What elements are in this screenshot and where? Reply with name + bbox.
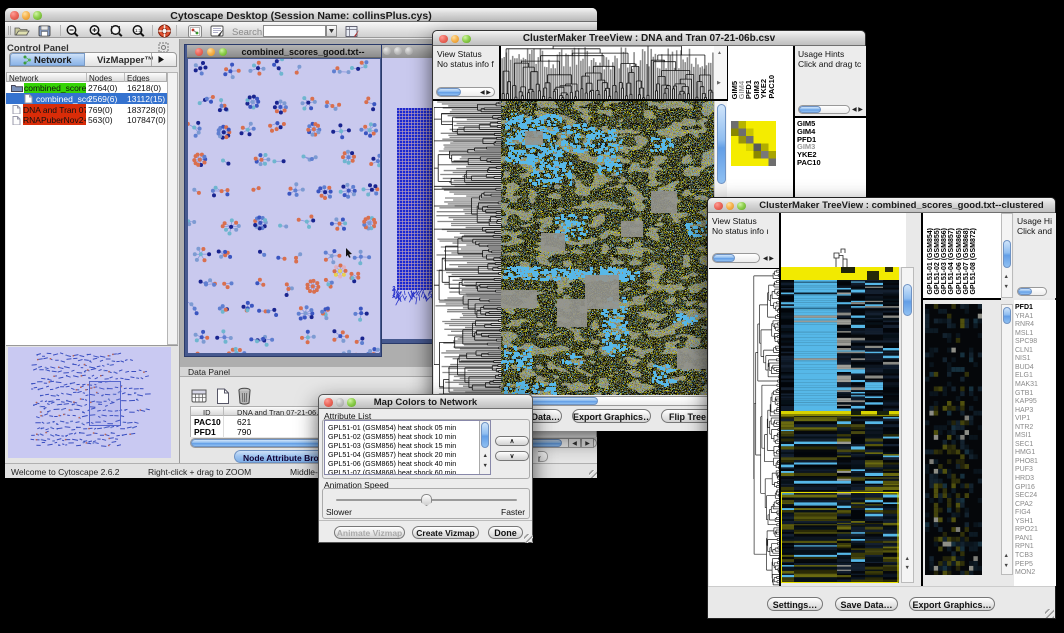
- svg-text:1:1: 1:1: [135, 28, 142, 33]
